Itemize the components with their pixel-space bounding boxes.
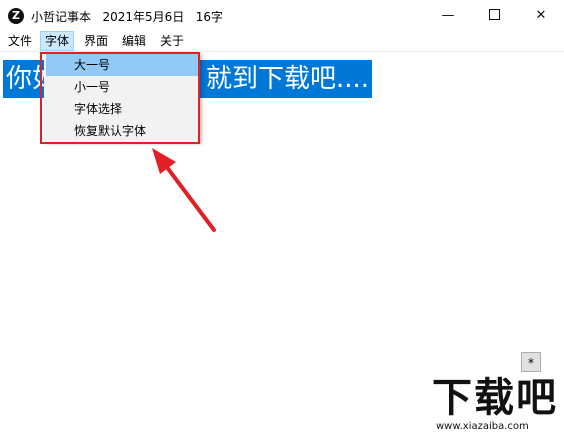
annotation-arrow-icon bbox=[152, 148, 216, 232]
watermark-logo: 下载吧 www.xiazaiba.com bbox=[428, 375, 564, 433]
watermark-url: www.xiazaiba.com bbox=[436, 421, 529, 432]
notepad-window: Z 小哲记事本 2021年5月6日 16字 — ✕ 文件 字体 界面 编辑 关于… bbox=[0, 0, 564, 433]
watermark-logo-text: 下载吧 bbox=[432, 375, 558, 421]
corner-button[interactable]: * bbox=[521, 352, 541, 372]
